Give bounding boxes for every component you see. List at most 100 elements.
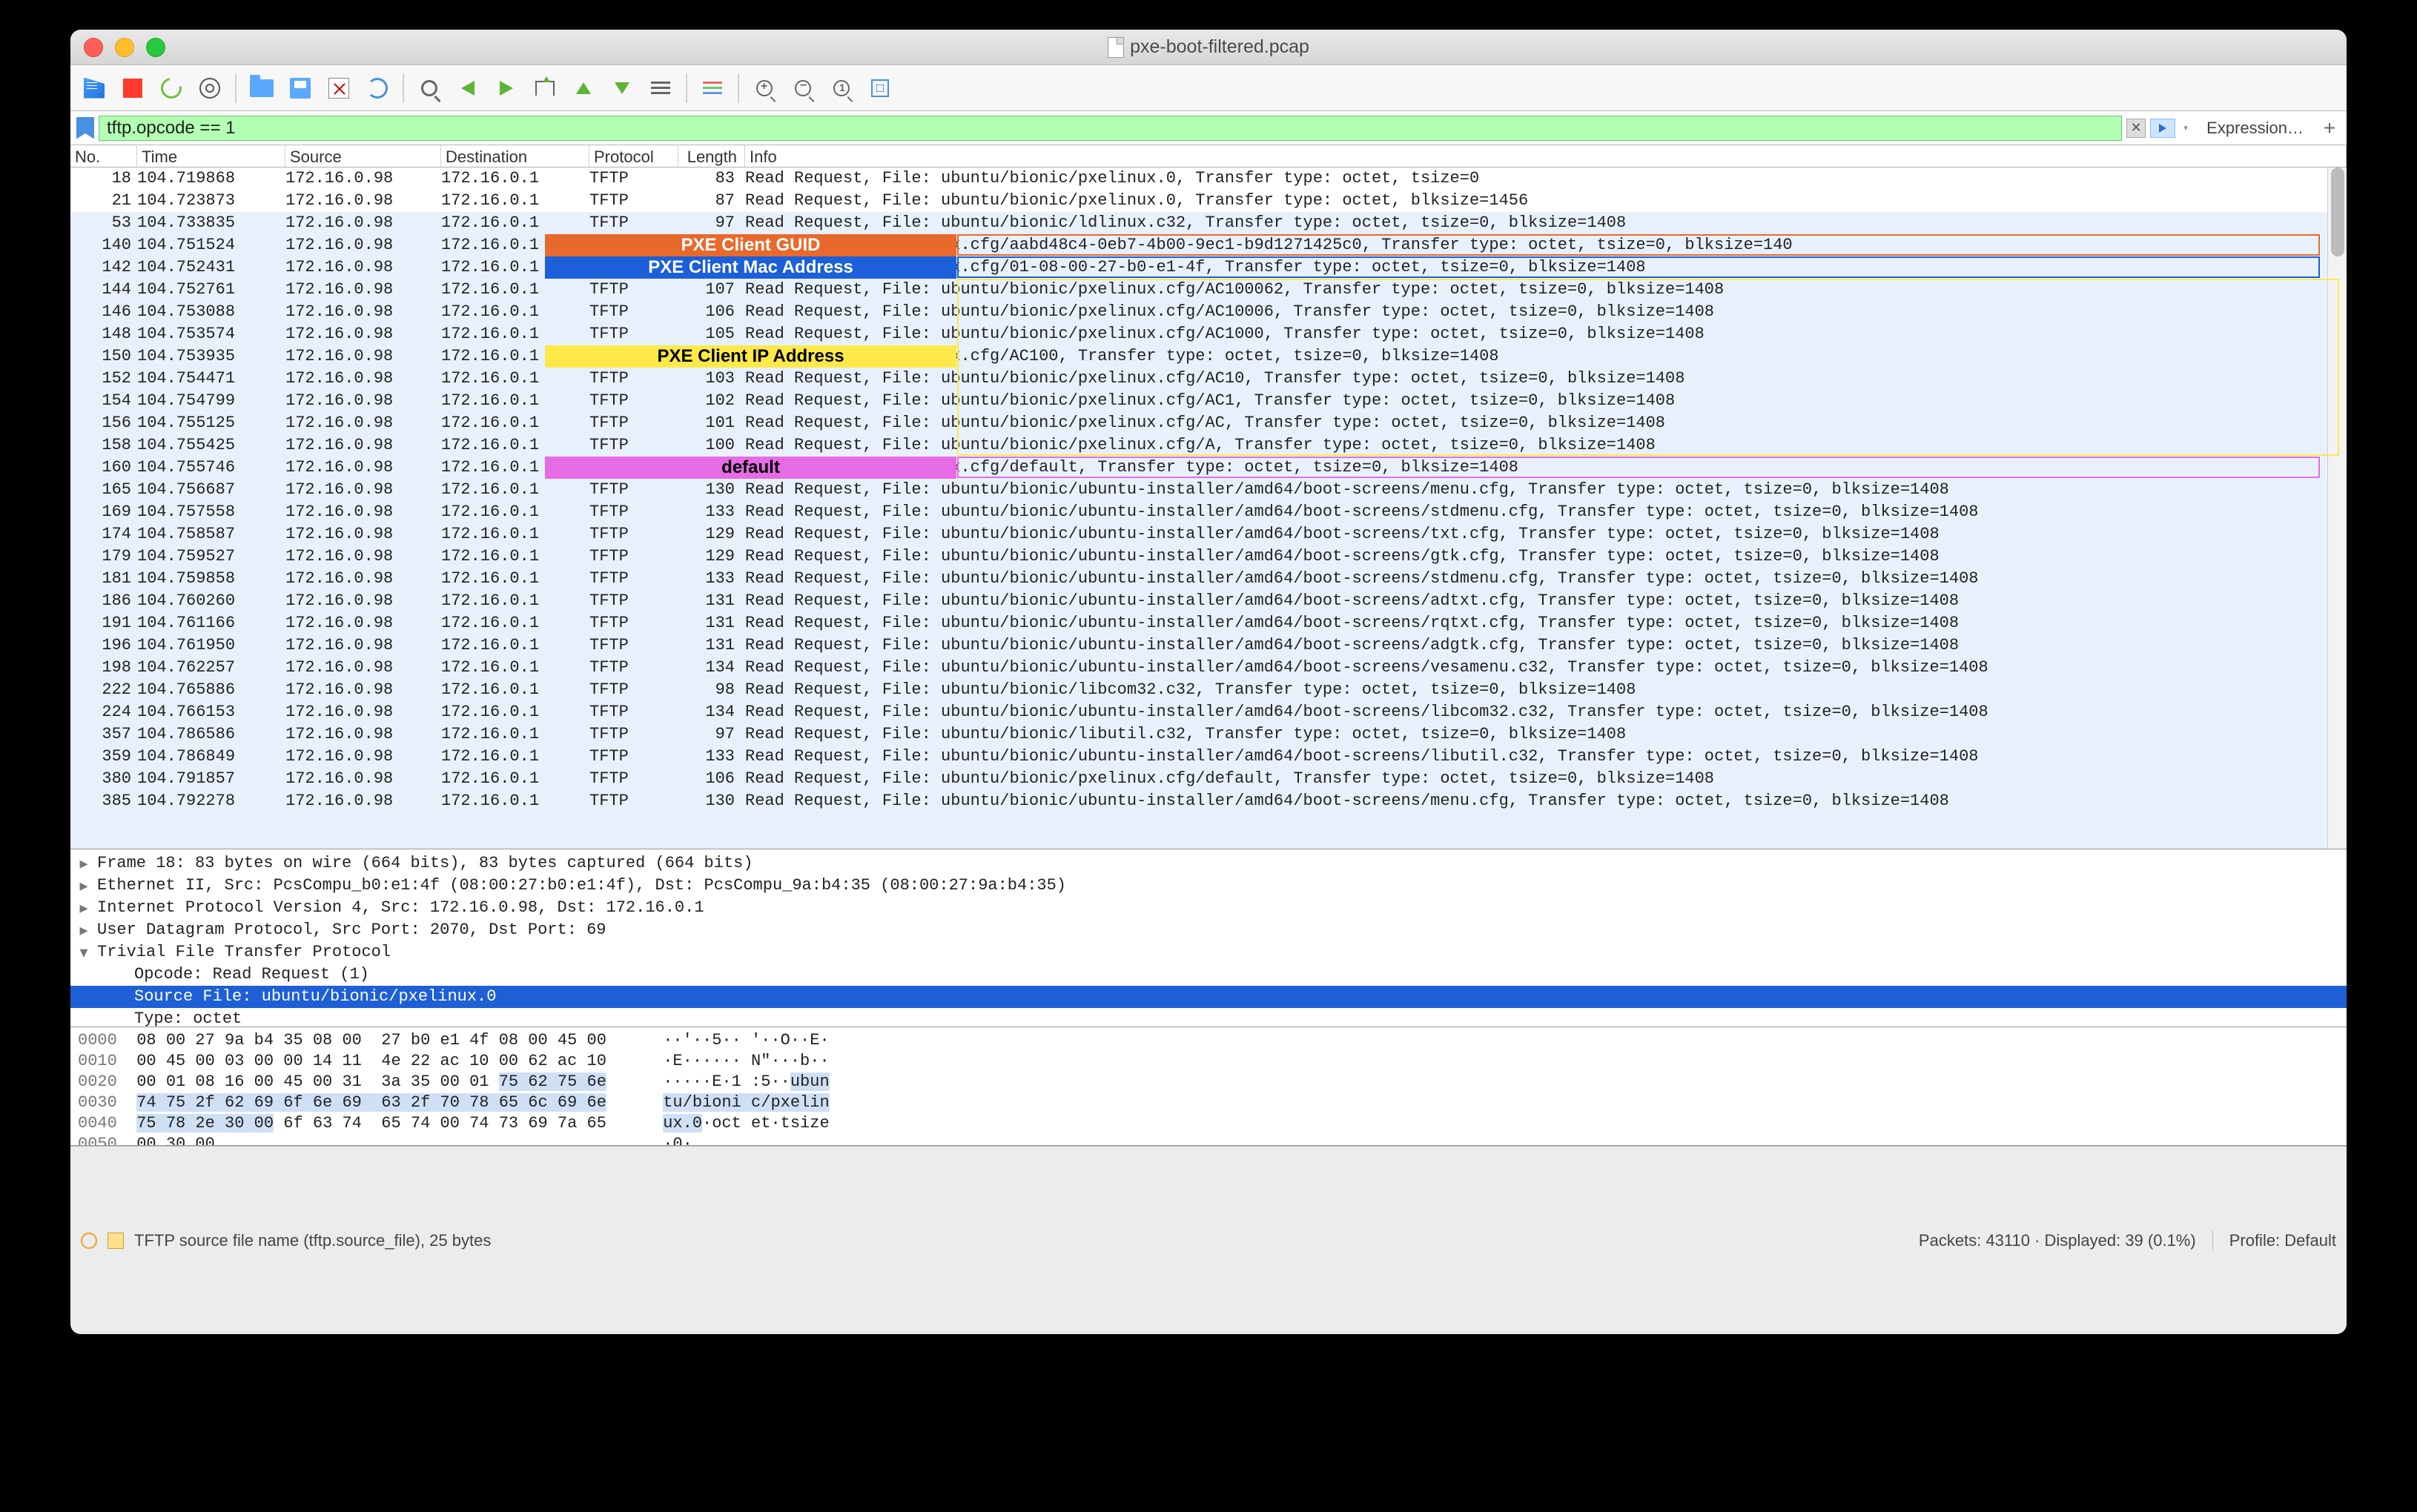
auto-scroll-button[interactable] [646, 73, 675, 103]
hex-row[interactable]: 0000 08 00 27 9a b4 35 08 00 27 b0 e1 4f… [78, 1030, 2339, 1051]
reload-file-button[interactable] [363, 73, 392, 103]
packet-row[interactable]: 156104.755125172.16.0.98172.16.0.1TFTP10… [70, 412, 2327, 434]
packet-row[interactable]: 154104.754799172.16.0.98172.16.0.1TFTP10… [70, 390, 2327, 412]
packet-row[interactable]: 186104.760260172.16.0.98172.16.0.1TFTP13… [70, 590, 2327, 612]
document-icon [1108, 37, 1124, 58]
column-destination[interactable]: Destination [441, 145, 589, 167]
column-no[interactable]: No. [70, 145, 137, 167]
hex-row[interactable]: 0040 75 78 2e 30 00 6f 63 74 65 74 00 74… [78, 1113, 2339, 1134]
packet-row[interactable]: 140104.751524172.16.0.98172.16.0.1TFTPub… [70, 234, 2327, 256]
filter-history-dropdown[interactable]: ▾ [2180, 119, 2192, 138]
go-back-button[interactable] [453, 73, 483, 103]
toolbar-separator [235, 73, 237, 103]
packet-row[interactable]: 150104.753935172.16.0.98172.16.0.1TFTPub… [70, 345, 2327, 368]
packet-row[interactable]: 18104.719868172.16.0.98172.16.0.1TFTP83R… [70, 168, 2327, 190]
hex-row[interactable]: 0050 00 30 00·0· [78, 1134, 2339, 1146]
packet-row[interactable]: 142104.752431172.16.0.98172.16.0.1TFTPub… [70, 256, 2327, 279]
status-packet-count: Packets: 43110 · Displayed: 39 (0.1%) [1919, 1231, 2196, 1250]
packet-bytes-pane[interactable]: 0000 08 00 27 9a b4 35 08 00 27 b0 e1 4f… [70, 1027, 2347, 1146]
column-time[interactable]: Time [137, 145, 285, 167]
go-to-packet-button[interactable] [530, 73, 560, 103]
packet-list-header[interactable]: No. Time Source Destination Protocol Len… [70, 145, 2347, 168]
column-info[interactable]: Info [745, 145, 2347, 167]
zoom-in-button[interactable] [750, 73, 779, 103]
toolbar-separator [686, 73, 687, 103]
packet-row[interactable]: 380104.791857172.16.0.98172.16.0.1TFTP10… [70, 768, 2327, 790]
packet-row[interactable]: 148104.753574172.16.0.98172.16.0.1TFTP10… [70, 323, 2327, 345]
hex-row[interactable]: 0020 00 01 08 16 00 45 00 31 3a 35 00 01… [78, 1072, 2339, 1092]
clear-filter-button[interactable]: ✕ [2126, 119, 2146, 138]
annotation-default: default [545, 457, 956, 479]
zoom-reset-button[interactable] [827, 73, 856, 103]
apply-filter-button[interactable] [2150, 119, 2175, 138]
packet-row[interactable]: 174104.758587172.16.0.98172.16.0.1TFTP12… [70, 523, 2327, 546]
start-capture-button[interactable] [79, 73, 109, 103]
display-filter-input[interactable] [99, 116, 2122, 141]
packet-row[interactable]: 165104.756687172.16.0.98172.16.0.1TFTP13… [70, 479, 2327, 501]
annotation-mac: PXE Client Mac Address [545, 256, 956, 279]
column-length[interactable]: Length [678, 145, 745, 167]
packet-row[interactable]: 357104.786586172.16.0.98172.16.0.1TFTP97… [70, 723, 2327, 746]
annotation-ip: PXE Client IP Address [545, 345, 956, 368]
packet-row[interactable]: 179104.759527172.16.0.98172.16.0.1TFTP12… [70, 546, 2327, 568]
hex-row[interactable]: 0030 74 75 2f 62 69 6f 6e 69 63 2f 70 78… [78, 1092, 2339, 1113]
toolbar-separator [403, 73, 404, 103]
capture-file-icon[interactable] [108, 1233, 124, 1249]
packet-row[interactable]: 146104.753088172.16.0.98172.16.0.1TFTP10… [70, 301, 2327, 323]
packet-row[interactable]: 158104.755425172.16.0.98172.16.0.1TFTP10… [70, 434, 2327, 457]
restart-capture-button[interactable] [156, 73, 186, 103]
status-profile[interactable]: Profile: Default [2229, 1231, 2336, 1250]
expression-button[interactable]: Expression… [2196, 119, 2314, 138]
column-protocol[interactable]: Protocol [589, 145, 678, 167]
detail-row[interactable]: ▸Frame 18: 83 bytes on wire (664 bits), … [70, 852, 2347, 875]
save-file-button[interactable] [285, 73, 315, 103]
status-bar: TFTP source file name (tftp.source_file)… [70, 1146, 2347, 1334]
packet-row[interactable]: 181104.759858172.16.0.98172.16.0.1TFTP13… [70, 568, 2327, 590]
add-filter-button[interactable]: + [2318, 116, 2341, 140]
detail-row[interactable]: Source File: ubuntu/bionic/pxelinux.0 [70, 986, 2347, 1008]
packet-row[interactable]: 222104.765886172.16.0.98172.16.0.1TFTP98… [70, 679, 2327, 701]
packet-row[interactable]: 21104.723873172.16.0.98172.16.0.1TFTP87R… [70, 190, 2327, 212]
packet-row[interactable]: 198104.762257172.16.0.98172.16.0.1TFTP13… [70, 657, 2327, 679]
stop-capture-button[interactable] [118, 73, 148, 103]
expert-info-icon[interactable] [81, 1233, 97, 1249]
close-file-button[interactable] [324, 73, 354, 103]
packet-list[interactable]: 18104.719868172.16.0.98172.16.0.1TFTP83R… [70, 168, 2347, 849]
window-title-text: pxe-boot-filtered.pcap [1130, 36, 1309, 58]
packet-row[interactable]: 160104.755746172.16.0.98172.16.0.1TFTPub… [70, 457, 2327, 479]
zoom-out-button[interactable] [788, 73, 818, 103]
status-field-info: TFTP source file name (tftp.source_file)… [134, 1231, 491, 1250]
capture-options-button[interactable] [195, 73, 225, 103]
packet-row[interactable]: 152104.754471172.16.0.98172.16.0.1TFTP10… [70, 368, 2327, 390]
detail-row[interactable]: ▸Ethernet II, Src: PcsCompu_b0:e1:4f (08… [70, 875, 2347, 897]
packet-list-scrollbar[interactable] [2327, 168, 2347, 849]
open-file-button[interactable] [247, 73, 277, 103]
annotation-guid: PXE Client GUID [545, 234, 956, 256]
detail-row[interactable]: ▸Internet Protocol Version 4, Src: 172.1… [70, 897, 2347, 919]
colorize-button[interactable] [698, 73, 727, 103]
detail-row[interactable]: Type: octet [70, 1008, 2347, 1027]
detail-row[interactable]: Opcode: Read Request (1) [70, 964, 2347, 986]
packet-row[interactable]: 144104.752761172.16.0.98172.16.0.1TFTP10… [70, 279, 2327, 301]
find-packet-button[interactable] [414, 73, 444, 103]
go-first-button[interactable] [569, 73, 598, 103]
column-source[interactable]: Source [285, 145, 441, 167]
packet-details-pane[interactable]: ▸Frame 18: 83 bytes on wire (664 bits), … [70, 849, 2347, 1027]
go-last-button[interactable] [607, 73, 637, 103]
packet-row[interactable]: 169104.757558172.16.0.98172.16.0.1TFTP13… [70, 501, 2327, 523]
go-forward-button[interactable] [492, 73, 521, 103]
packet-row[interactable]: 359104.786849172.16.0.98172.16.0.1TFTP13… [70, 746, 2327, 768]
packet-row[interactable]: 385104.792278172.16.0.98172.16.0.1TFTP13… [70, 790, 2327, 812]
packet-row[interactable]: 196104.761950172.16.0.98172.16.0.1TFTP13… [70, 634, 2327, 657]
window-title: pxe-boot-filtered.pcap [70, 36, 2347, 58]
hex-row[interactable]: 0010 00 45 00 03 00 00 14 11 4e 22 ac 10… [78, 1051, 2339, 1072]
filter-bar: ✕ ▾ Expression… + [70, 111, 2347, 145]
detail-row[interactable]: ▸User Datagram Protocol, Src Port: 2070,… [70, 919, 2347, 941]
packet-row[interactable]: 53104.733835172.16.0.98172.16.0.1TFTP97R… [70, 212, 2327, 234]
app-window: pxe-boot-filtered.pcap ✕ ▾ Express [70, 30, 2347, 1334]
packet-row[interactable]: 191104.761166172.16.0.98172.16.0.1TFTP13… [70, 612, 2327, 634]
filter-bookmark-icon[interactable] [76, 117, 94, 139]
detail-row[interactable]: ▾Trivial File Transfer Protocol [70, 941, 2347, 964]
packet-row[interactable]: 224104.766153172.16.0.98172.16.0.1TFTP13… [70, 701, 2327, 723]
resize-columns-button[interactable] [865, 73, 895, 103]
